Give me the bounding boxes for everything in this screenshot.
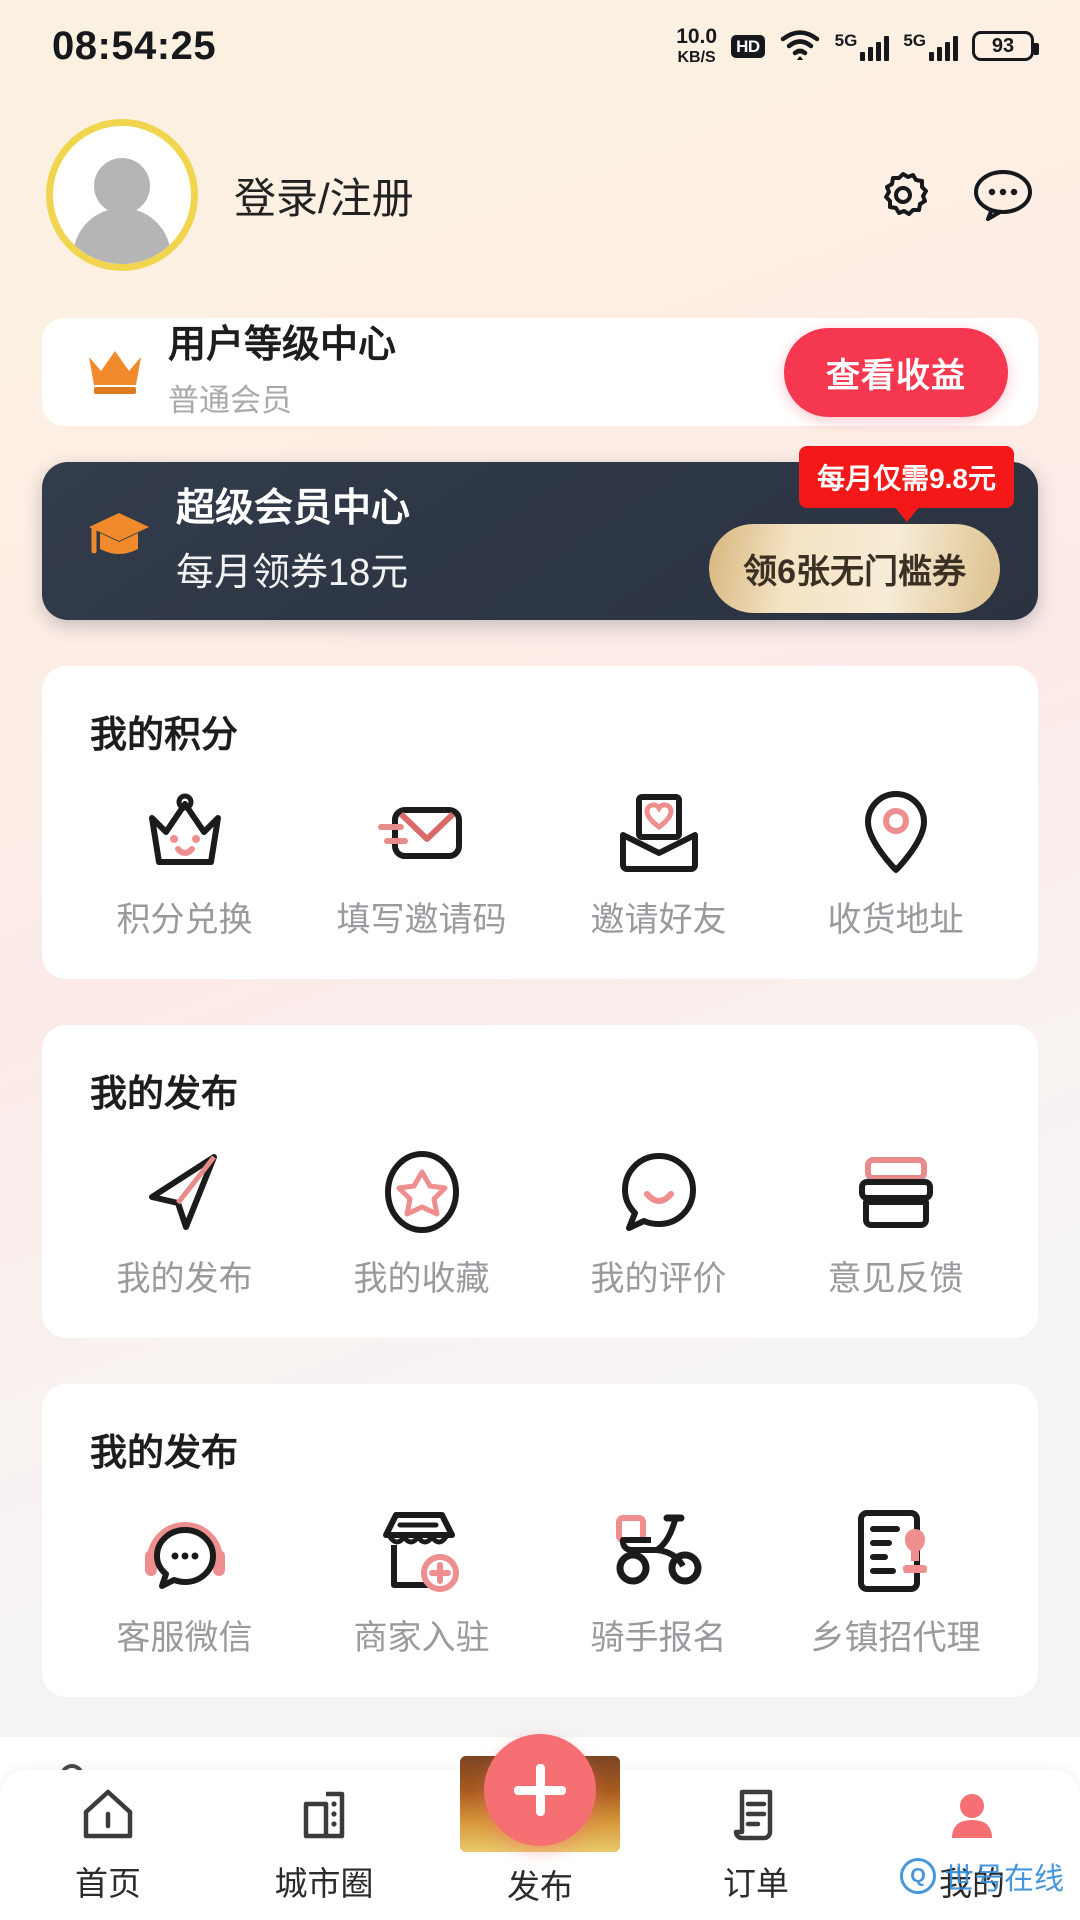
tab-home[interactable]: 首页 [0,1786,216,1905]
sim1-label: 5G [834,30,858,50]
smile-bubble-icon [616,1149,702,1235]
tab-label: 首页 [75,1865,141,1902]
grid-item-township-agent[interactable]: 乡镇招代理 [777,1494,1014,1663]
battery-level: 93 [991,34,1015,57]
avatar[interactable] [46,119,198,271]
section-my-posts: 我的发布 我的发布 我的收藏 我的评价 意见反馈 [42,1025,1038,1338]
signal-sim2-icon: 5G [903,32,958,61]
grid-item-invite-friends[interactable]: 邀请好友 [540,776,777,945]
hd-icon: HD [731,34,765,58]
grid-item-label: 邀请好友 [590,901,727,939]
tab-city-circle[interactable]: 城市圈 [216,1786,432,1905]
watermark-text: 世号在线 [944,1863,1064,1896]
status-clock: 08:54:25 [52,23,217,68]
grid-item-customer-service-wechat[interactable]: 客服微信 [66,1494,303,1663]
view-income-button[interactable]: 查看收益 [784,327,1008,417]
paper-plane-icon [142,1149,228,1235]
graduation-cap-icon [86,505,152,568]
city-building-icon [296,1786,352,1847]
tab-orders[interactable]: 订单 [648,1786,864,1905]
grid-item-my-reviews[interactable]: 我的评价 [540,1135,777,1304]
wifi-icon [779,28,821,65]
crown-icon [84,343,146,402]
grid-item-enter-invite-code[interactable]: 填写邀请码 [303,776,540,945]
grid-item-label: 我的评价 [590,1260,727,1298]
document-stamp-icon [853,1508,939,1594]
network-speed-value: 10.0 [676,25,718,48]
sim2-label: 5G [903,30,926,50]
app-screen: 08:54:25 10.0 KB/S HD 5G 5G 93 登录/注册 用户等… [0,0,1080,1920]
section-title: 我的发布 [90,1432,238,1473]
grid-item-my-posts[interactable]: 我的发布 [66,1135,303,1304]
grid-item-label: 积分兑换 [116,901,253,939]
scooter-icon [611,1508,707,1594]
shop-plus-icon [378,1508,466,1594]
grid-item-label: 意见反馈 [827,1260,964,1298]
grid-item-label: 商家入驻 [353,1619,490,1657]
feedback-box-icon [852,1149,940,1235]
section-title: 我的积分 [90,714,238,755]
grid-item-label: 我的收藏 [353,1260,490,1298]
user-level-title: 用户等级中心 [168,324,397,367]
grid-item-merchant-join[interactable]: 商家入驻 [303,1494,540,1663]
order-receipt-icon [728,1786,784,1847]
profile-header: 登录/注册 [0,92,1080,272]
tab-label: 城市圈 [274,1865,374,1902]
watermark: Q 世号在线 [900,1854,1064,1898]
envelope-send-icon [375,790,469,876]
user-icon [944,1786,1000,1847]
grid-item-label: 乡镇招代理 [810,1619,981,1657]
tab-label: 发布 [507,1868,573,1905]
battery-icon: 93 [972,31,1039,61]
super-member-subtitle: 每月领券18元 [176,551,409,594]
network-speed-unit: KB/S [677,49,716,66]
status-indicators: 10.0 KB/S HD 5G 5G 93 [676,26,1039,66]
grid-item-my-favorites[interactable]: 我的收藏 [303,1135,540,1304]
grid-item-feedback[interactable]: 意见反馈 [777,1135,1014,1304]
price-badge: 每月仅需9.8元 [799,446,1014,508]
grid-item-points-exchange[interactable]: 积分兑换 [66,776,303,945]
claim-coupon-button[interactable]: 领6张无门槛券 [709,524,1000,613]
envelope-heart-icon [613,790,705,876]
user-level-subtitle: 普通会员 [168,382,292,418]
grid-item-rider-signup[interactable]: 骑手报名 [540,1494,777,1663]
super-member-card[interactable]: 超级会员中心 每月领券18元 每月仅需9.8元 领6张无门槛券 [42,446,1038,620]
grid-item-label: 骑手报名 [590,1619,727,1657]
signal-sim1-icon: 5G [835,32,890,61]
grid-item-label: 填写邀请码 [336,901,507,939]
headset-chat-icon [139,1508,231,1594]
section-my-points: 我的积分 积分兑换 填写邀请码 邀请好友 收货地址 [42,666,1038,979]
section-services: 我的发布 客服微信 商家入驻 骑手报名 乡镇招代理 [42,1384,1038,1697]
star-circle-icon [380,1149,464,1235]
watermark-badge: Q [900,1858,936,1894]
grid-item-shipping-address[interactable]: 收货地址 [777,776,1014,945]
gear-icon[interactable] [874,166,932,224]
section-title: 我的发布 [90,1073,238,1114]
crown-face-icon [140,790,230,876]
user-level-card[interactable]: 用户等级中心 普通会员 查看收益 [42,318,1038,426]
network-speed-indicator: 10.0 KB/S [676,26,717,66]
status-bar: 08:54:25 10.0 KB/S HD 5G 5G 93 [0,0,1080,92]
home-icon [80,1786,136,1847]
message-bubble-icon[interactable] [972,168,1034,222]
plus-icon[interactable] [484,1734,596,1846]
location-pin-icon [857,790,935,876]
grid-item-label: 客服微信 [116,1619,253,1657]
grid-item-label: 我的发布 [116,1260,253,1298]
login-register-link[interactable]: 登录/注册 [234,165,414,226]
grid-item-label: 收货地址 [827,901,964,939]
super-member-title: 超级会员中心 [176,487,411,531]
tab-label: 订单 [723,1865,789,1902]
